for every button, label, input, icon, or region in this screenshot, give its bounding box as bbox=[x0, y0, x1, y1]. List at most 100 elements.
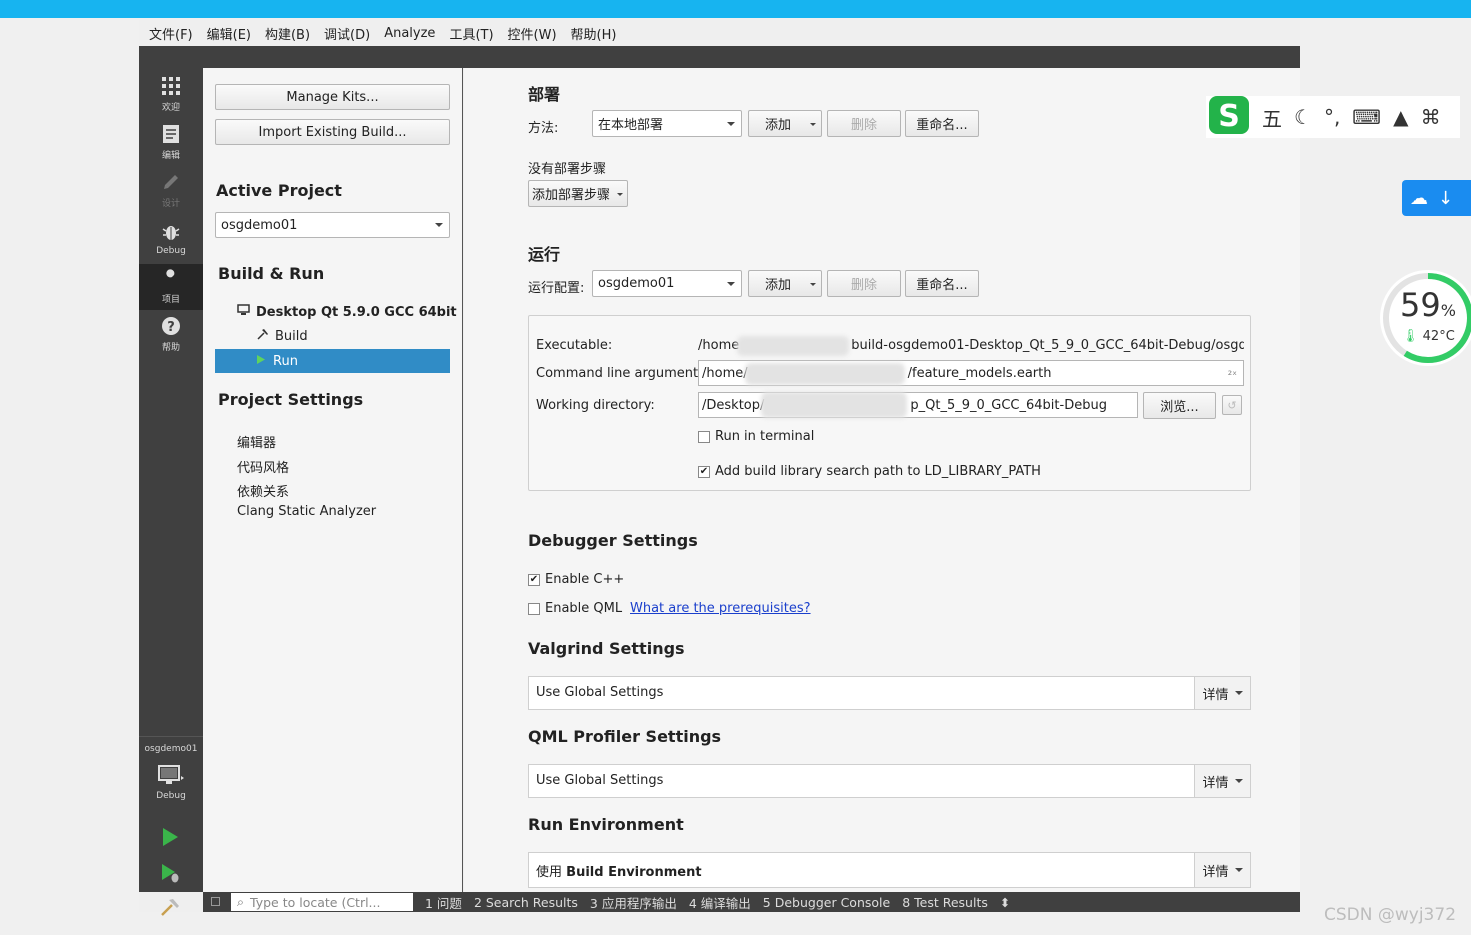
run-config-value: osgdemo01 bbox=[598, 276, 675, 291]
chevron-down-icon bbox=[810, 123, 816, 126]
build-label: Build bbox=[275, 329, 308, 344]
pane-search-results[interactable]: 2 Search Results bbox=[474, 895, 578, 910]
active-project-combo[interactable]: osgdemo01 bbox=[215, 212, 450, 238]
gauge-percent-unit: % bbox=[1440, 301, 1456, 320]
kit-tree-item[interactable]: Desktop Qt 5.9.0 GCC 64bit bbox=[237, 304, 457, 320]
mode-welcome-label: 欢迎 bbox=[161, 103, 180, 113]
pane-debugger-console[interactable]: 5 Debugger Console bbox=[763, 895, 890, 910]
mode-help-label: 帮助 bbox=[161, 343, 180, 353]
import-build-button[interactable]: Import Existing Build... bbox=[215, 119, 450, 145]
deploy-add-button[interactable]: 添加 bbox=[748, 110, 822, 137]
build-button[interactable] bbox=[159, 896, 183, 920]
enable-qml-checkbox[interactable] bbox=[528, 603, 540, 615]
menu-analyze[interactable]: Analyze bbox=[384, 26, 435, 41]
cloud-download-widget[interactable]: ☁ ↓ bbox=[1402, 180, 1471, 216]
build-tree-item[interactable]: Build bbox=[256, 328, 308, 345]
add-lib-path-checkbox[interactable]: ✔ bbox=[698, 466, 710, 478]
debugger-heading: Debugger Settings bbox=[528, 531, 698, 550]
keyboard-icon[interactable]: ⌨ bbox=[1352, 105, 1381, 129]
menu-tools[interactable]: 工具(T) bbox=[449, 24, 493, 43]
mode-projects-label: 项目 bbox=[161, 295, 180, 305]
executable-value-end: build-osgdemo01-Desktop_Qt_5_9_0_GCC_64b… bbox=[851, 338, 1244, 353]
more-panes-icon[interactable]: ⬍ bbox=[1000, 895, 1010, 910]
run-environment-value: 使用 Build Environment bbox=[536, 861, 702, 880]
browse-button[interactable]: 浏览... bbox=[1143, 392, 1216, 419]
system-monitor-gauge[interactable]: 59% 🌡 42°C bbox=[1378, 268, 1471, 368]
run-rename-button[interactable]: 重命名... bbox=[905, 270, 979, 297]
run-env-prefix: 使用 bbox=[536, 865, 563, 880]
mode-edit[interactable]: 编辑 bbox=[139, 120, 203, 166]
mode-debug[interactable]: Debug bbox=[139, 216, 203, 262]
settings-item-editor[interactable]: 编辑器 bbox=[237, 432, 276, 451]
pane-compile-output[interactable]: 4 编译输出 bbox=[689, 893, 751, 912]
run-environment-details-button[interactable]: 详情 bbox=[1194, 853, 1250, 887]
menu-build[interactable]: 构建(B) bbox=[265, 24, 310, 43]
menu-file[interactable]: 文件(F) bbox=[149, 24, 193, 43]
menu-edit[interactable]: 编辑(E) bbox=[207, 24, 251, 43]
menu-widgets[interactable]: 控件(W) bbox=[508, 24, 557, 43]
run-button[interactable] bbox=[159, 826, 183, 850]
run-add-button[interactable]: 添加 bbox=[748, 270, 822, 297]
svg-text:?: ? bbox=[167, 320, 175, 335]
chevron-down-icon bbox=[1234, 779, 1243, 783]
run-icon bbox=[159, 828, 181, 852]
pencil-icon bbox=[162, 173, 180, 196]
run-env-details-label: 详情 bbox=[1202, 864, 1229, 880]
chevron-down-icon bbox=[727, 121, 735, 126]
variables-icon[interactable]: ₂ₓ bbox=[1228, 365, 1237, 378]
debug-run-icon bbox=[159, 864, 181, 888]
projects-side-panel: Manage Kits... Import Existing Build... … bbox=[203, 68, 463, 892]
mode-projects[interactable]: 项目 bbox=[139, 264, 203, 310]
apps-icon[interactable]: ⌘ bbox=[1421, 105, 1441, 129]
chevron-down-icon bbox=[617, 193, 623, 196]
gauge-percent-value: 59 bbox=[1400, 286, 1441, 324]
manage-kits-button[interactable]: Manage Kits... bbox=[215, 84, 450, 110]
target-selector[interactable]: Debug bbox=[139, 760, 203, 810]
settings-item-clang-analyzer[interactable]: Clang Static Analyzer bbox=[237, 504, 376, 519]
settings-item-code-style[interactable]: 代码风格 bbox=[237, 457, 289, 476]
toggle-sidebar-icon[interactable] bbox=[211, 897, 220, 906]
mode-debug-label: Debug bbox=[156, 245, 186, 256]
reset-workdir-button[interactable]: ↺ bbox=[1222, 395, 1242, 415]
run-config-combo[interactable]: osgdemo01 bbox=[592, 270, 742, 297]
valgrind-details-button[interactable]: 详情 bbox=[1194, 677, 1250, 709]
deploy-method-combo[interactable]: 在本地部署 bbox=[592, 110, 742, 137]
mode-separator bbox=[139, 736, 203, 737]
user-icon[interactable]: ▲ bbox=[1393, 105, 1408, 129]
moon-icon[interactable]: ☾ bbox=[1294, 105, 1312, 129]
run-remove-button[interactable]: 删除 bbox=[827, 270, 901, 297]
add-deploy-step-button[interactable]: 添加部署步骤 bbox=[528, 180, 628, 207]
run-add-label: 添加 bbox=[764, 278, 791, 293]
enable-cpp-checkbox[interactable]: ✔ bbox=[528, 574, 540, 586]
prerequisites-link[interactable]: What are the prerequisites? bbox=[630, 601, 811, 616]
monitor-icon bbox=[237, 304, 250, 320]
mode-design[interactable]: 设计 bbox=[139, 168, 203, 214]
valgrind-details-label: 详情 bbox=[1202, 687, 1229, 703]
kit-name: Desktop Qt 5.9.0 GCC 64bit bbox=[256, 304, 457, 320]
run-in-terminal-checkbox[interactable] bbox=[698, 431, 710, 443]
valgrind-settings-bar: Use Global Settings 详情 bbox=[528, 676, 1251, 710]
build-run-heading: Build & Run bbox=[218, 264, 325, 283]
mode-help[interactable]: ? 帮助 bbox=[139, 312, 203, 358]
svg-text:S: S bbox=[1218, 99, 1240, 134]
pane-issues[interactable]: 1 问题 bbox=[425, 893, 462, 912]
menu-debug[interactable]: 调试(D) bbox=[324, 24, 370, 43]
executable-value-start: /home bbox=[698, 338, 740, 353]
locator-input[interactable]: ⌕ Type to locate (Ctrl... bbox=[231, 893, 413, 911]
gauge-temp: 🌡 42°C bbox=[1402, 329, 1455, 344]
settings-item-dependencies[interactable]: 依赖关系 bbox=[237, 481, 289, 500]
run-tree-item[interactable]: Run bbox=[215, 349, 450, 373]
workdir-value-start: /Desktop/ bbox=[702, 397, 765, 413]
play-icon bbox=[256, 354, 266, 369]
ime-input-mode[interactable]: 五 bbox=[1262, 103, 1282, 132]
punctuation-icon[interactable]: °, bbox=[1324, 105, 1340, 129]
deploy-rename-button[interactable]: 重命名... bbox=[905, 110, 979, 137]
deploy-remove-button[interactable]: 删除 bbox=[827, 110, 901, 137]
sogou-logo-icon[interactable]: S bbox=[1208, 95, 1250, 140]
menu-help[interactable]: 帮助(H) bbox=[571, 24, 617, 43]
mode-welcome[interactable]: 欢迎 bbox=[139, 72, 203, 118]
pane-app-output[interactable]: 3 应用程序输出 bbox=[590, 893, 677, 912]
qml-profiler-details-button[interactable]: 详情 bbox=[1194, 765, 1250, 797]
debug-run-button[interactable] bbox=[159, 862, 183, 886]
pane-test-results[interactable]: 8 Test Results bbox=[902, 895, 988, 910]
